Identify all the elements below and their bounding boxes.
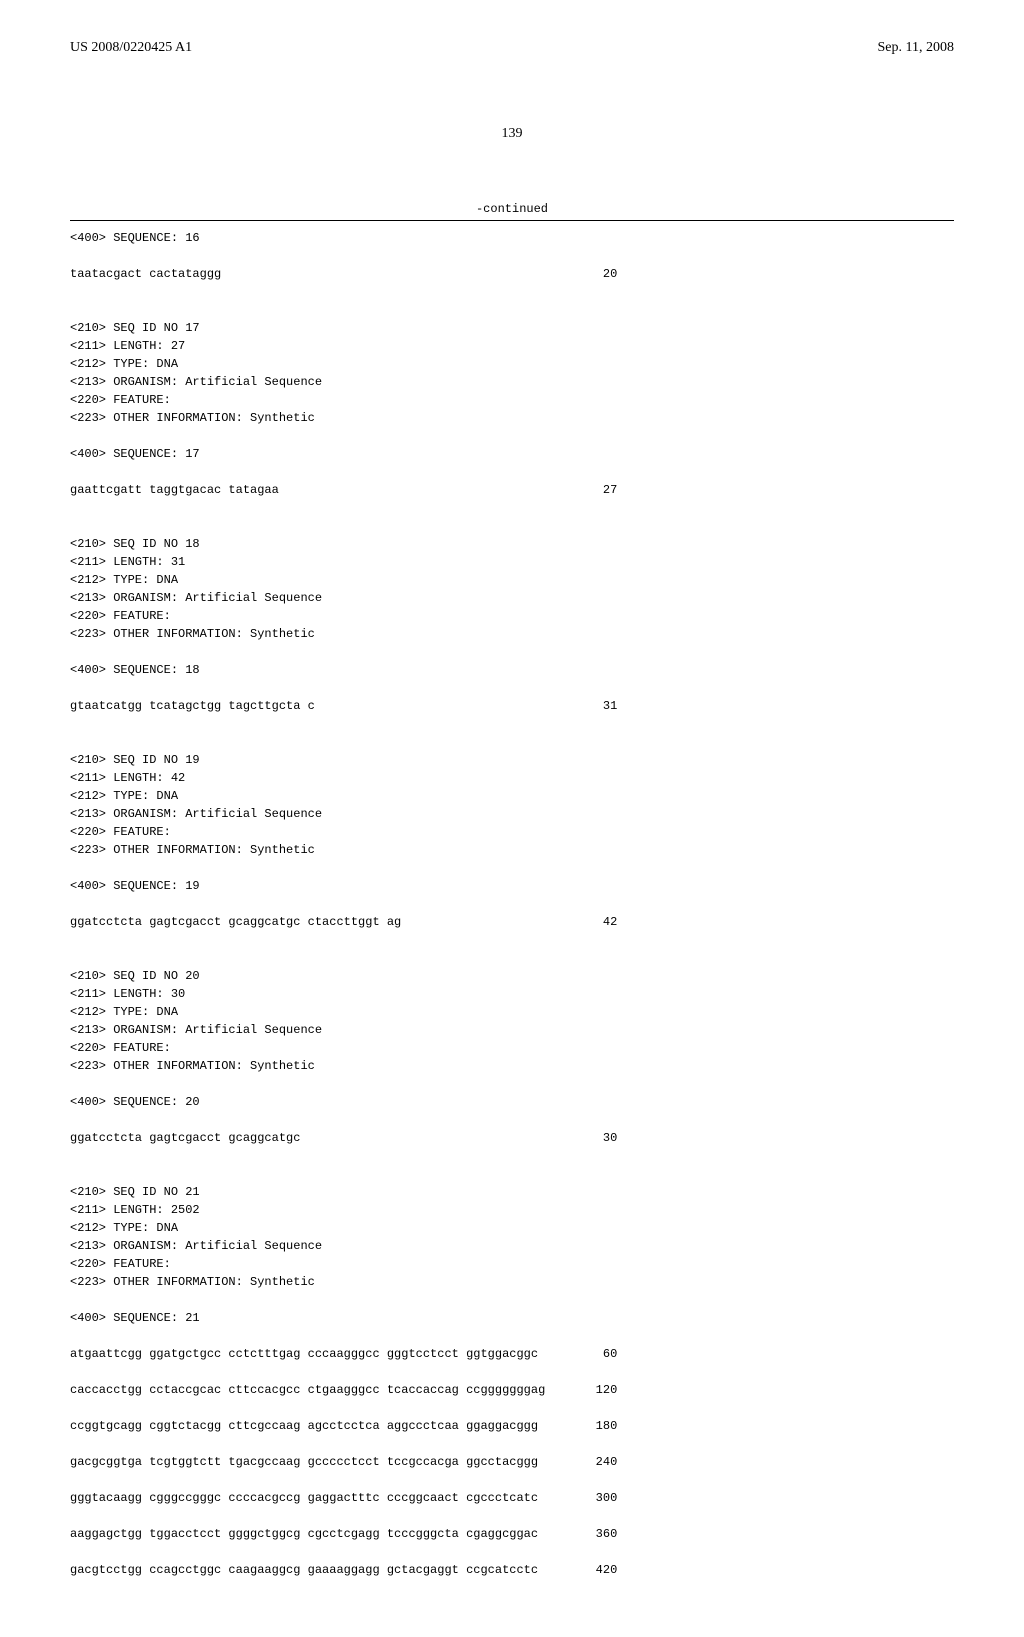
publication-number: US 2008/0220425 A1 <box>70 40 192 56</box>
publication-date: Sep. 11, 2008 <box>878 40 954 56</box>
page-header: US 2008/0220425 A1 Sep. 11, 2008 <box>70 40 954 56</box>
continued-label: -continued <box>70 202 954 216</box>
sequence-listing: <400> SEQUENCE: 16 taatacgact cactataggg… <box>70 229 954 1597</box>
page-number: 139 <box>70 126 954 142</box>
divider <box>70 220 954 221</box>
